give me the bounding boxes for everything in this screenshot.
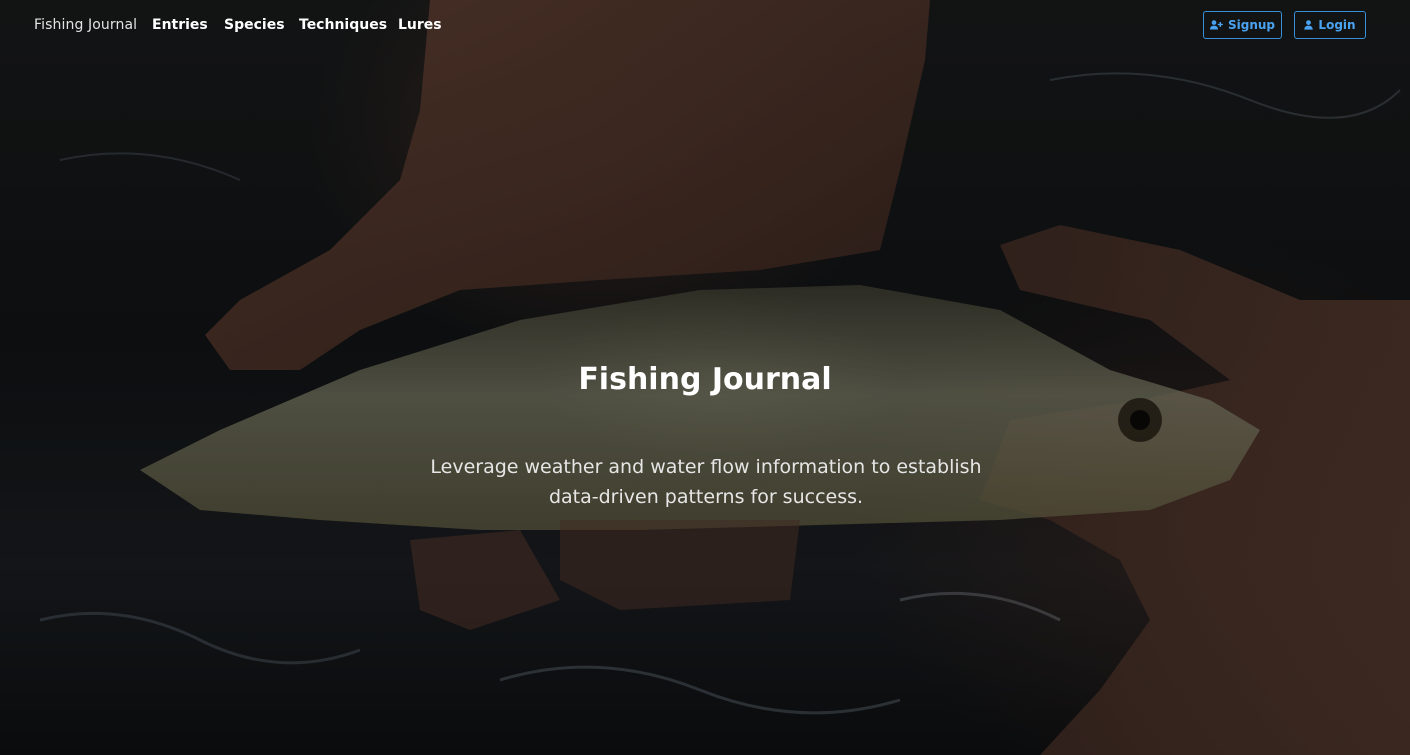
- login-button[interactable]: Login: [1294, 11, 1366, 39]
- user-plus-icon: [1209, 20, 1223, 30]
- nav-link-species[interactable]: Species: [224, 17, 285, 33]
- login-button-label: Login: [1318, 18, 1356, 32]
- hero-section: Fishing Journal Entries Species Techniqu…: [0, 0, 1410, 755]
- navbar: Fishing Journal Entries Species Techniqu…: [0, 0, 1410, 52]
- nav-link-lures[interactable]: Lures: [398, 17, 442, 33]
- nav-link-entries[interactable]: Entries: [152, 17, 208, 33]
- hero-title: Fishing Journal: [578, 362, 832, 397]
- signup-button[interactable]: Signup: [1203, 11, 1282, 39]
- signup-button-label: Signup: [1227, 18, 1276, 32]
- hero-subtitle: Leverage weather and water flow informat…: [430, 456, 982, 508]
- user-icon: [1304, 20, 1314, 30]
- nav-link-techniques[interactable]: Techniques: [299, 17, 387, 33]
- brand-link[interactable]: Fishing Journal: [34, 17, 137, 33]
